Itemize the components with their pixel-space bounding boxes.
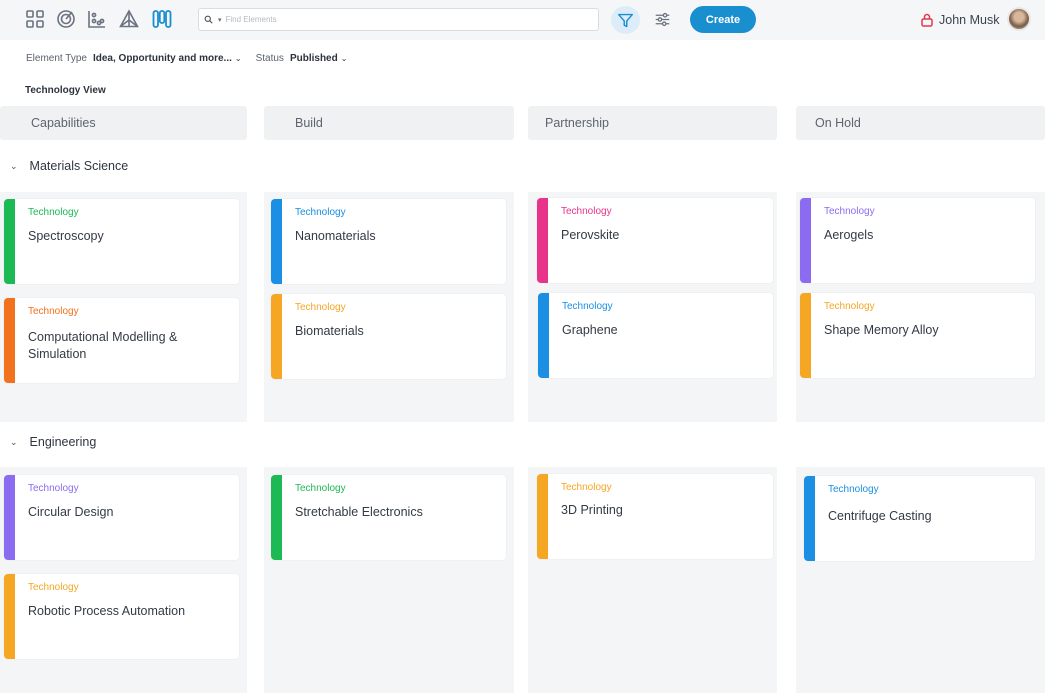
group-title: Materials Science xyxy=(29,159,129,173)
card-color-bar xyxy=(4,574,15,659)
settings-sliders-button[interactable] xyxy=(652,9,672,29)
card[interactable]: Technology Nanomaterials xyxy=(271,199,506,284)
card-color-bar xyxy=(4,475,15,560)
card-title: Spectroscopy xyxy=(28,229,104,243)
group-header-engineering[interactable]: ⌄ Engineering xyxy=(10,433,96,451)
card-color-bar xyxy=(271,294,282,379)
card[interactable]: Technology Centrifuge Casting xyxy=(804,476,1035,561)
lock-icon xyxy=(921,13,933,27)
filter-bar: Element Type Idea, Opportunity and more.… xyxy=(26,51,361,65)
card-tag: Technology xyxy=(561,482,612,493)
card-tag: Technology xyxy=(28,207,79,218)
card-tag: Technology xyxy=(562,301,613,312)
search-bar[interactable]: ▾ xyxy=(198,8,599,31)
card-title: 3D Printing xyxy=(561,503,623,517)
card-tag: Technology xyxy=(824,301,875,312)
search-icon xyxy=(204,14,218,26)
card[interactable]: Technology Stretchable Electronics xyxy=(271,475,506,560)
card-color-bar xyxy=(537,474,548,559)
card-tag: Technology xyxy=(295,483,346,494)
card-title: Stretchable Electronics xyxy=(295,505,423,519)
card-color-bar xyxy=(271,475,282,560)
status-dropdown[interactable]: Published xyxy=(290,53,338,64)
grid-icon[interactable] xyxy=(24,8,46,30)
card[interactable]: Technology Shape Memory Alloy xyxy=(800,293,1035,378)
card[interactable]: Technology Robotic Process Automation xyxy=(4,574,239,659)
card-title: Graphene xyxy=(562,323,618,337)
user-name: John Musk xyxy=(939,13,1000,27)
card[interactable]: Technology 3D Printing xyxy=(537,474,773,559)
card-tag: Technology xyxy=(295,302,346,313)
card-title: Robotic Process Automation xyxy=(28,604,186,618)
card-title: Nanomaterials xyxy=(295,229,376,243)
card[interactable]: Technology Biomaterials xyxy=(271,294,506,379)
card[interactable]: Technology Spectroscopy xyxy=(4,199,239,284)
create-button[interactable]: Create xyxy=(690,6,756,33)
card-color-bar xyxy=(538,293,549,378)
card-title: Shape Memory Alloy xyxy=(824,323,939,337)
avatar[interactable] xyxy=(1007,7,1031,31)
card-title: Perovskite xyxy=(561,228,620,242)
filter-icon xyxy=(617,13,634,27)
element-type-label: Element Type xyxy=(26,52,87,64)
card-color-bar xyxy=(804,476,815,561)
card-color-bar xyxy=(800,293,811,378)
element-type-dropdown[interactable]: Idea, Opportunity and more... xyxy=(93,53,232,64)
column-header-build: Build xyxy=(264,106,514,140)
chart-icon[interactable] xyxy=(86,8,108,30)
card-title: Aerogels xyxy=(824,228,874,242)
page-title: Technology View xyxy=(25,85,106,96)
card[interactable]: Technology Computational Modelling & Sim… xyxy=(4,298,239,383)
column-header-on-hold: On Hold xyxy=(796,106,1045,140)
card-tag: Technology xyxy=(561,206,612,217)
card-tag: Technology xyxy=(295,207,346,218)
chevron-down-icon[interactable]: ▾ xyxy=(218,16,222,24)
top-toolbar: ▾ Create John Musk xyxy=(0,0,1045,40)
search-input[interactable] xyxy=(225,15,586,24)
status-label: Status xyxy=(255,52,284,64)
kanban-icon[interactable] xyxy=(151,8,173,30)
card[interactable]: Technology Aerogels xyxy=(800,198,1035,283)
card-tag: Technology xyxy=(28,483,79,494)
card-title: Computational Modelling & Simulation xyxy=(28,330,178,361)
column-header-capabilities: Capabilities xyxy=(0,106,247,140)
user-menu[interactable]: John Musk xyxy=(920,7,999,33)
card-title: Centrifuge Casting xyxy=(828,509,932,523)
card-tag: Technology xyxy=(28,306,79,317)
card[interactable]: Technology Circular Design xyxy=(4,475,239,560)
card-color-bar xyxy=(800,198,811,283)
card-tag: Technology xyxy=(828,484,879,495)
triangle-icon[interactable] xyxy=(118,8,140,30)
filter-button[interactable] xyxy=(611,6,640,34)
card-tag: Technology xyxy=(824,206,875,217)
card-color-bar xyxy=(4,199,15,284)
target-icon[interactable] xyxy=(55,8,77,30)
card-color-bar xyxy=(537,198,548,283)
card[interactable]: Technology Graphene xyxy=(538,293,773,378)
sliders-icon xyxy=(655,12,669,26)
chevron-down-icon[interactable]: ⌄ xyxy=(10,161,18,172)
card-tag: Technology xyxy=(28,582,79,593)
group-title: Engineering xyxy=(29,435,97,449)
card-color-bar xyxy=(271,199,282,284)
card[interactable]: Technology Perovskite xyxy=(537,198,773,283)
card-title: Circular Design xyxy=(28,505,114,519)
card-title: Biomaterials xyxy=(295,324,364,338)
card-color-bar xyxy=(4,298,15,383)
chevron-down-icon[interactable]: ⌄ xyxy=(341,54,348,63)
group-header-materials-science[interactable]: ⌄ Materials Science xyxy=(10,157,128,175)
chevron-down-icon[interactable]: ⌄ xyxy=(235,54,242,63)
column-header-partnership: Partnership xyxy=(528,106,777,140)
chevron-down-icon[interactable]: ⌄ xyxy=(10,437,18,448)
